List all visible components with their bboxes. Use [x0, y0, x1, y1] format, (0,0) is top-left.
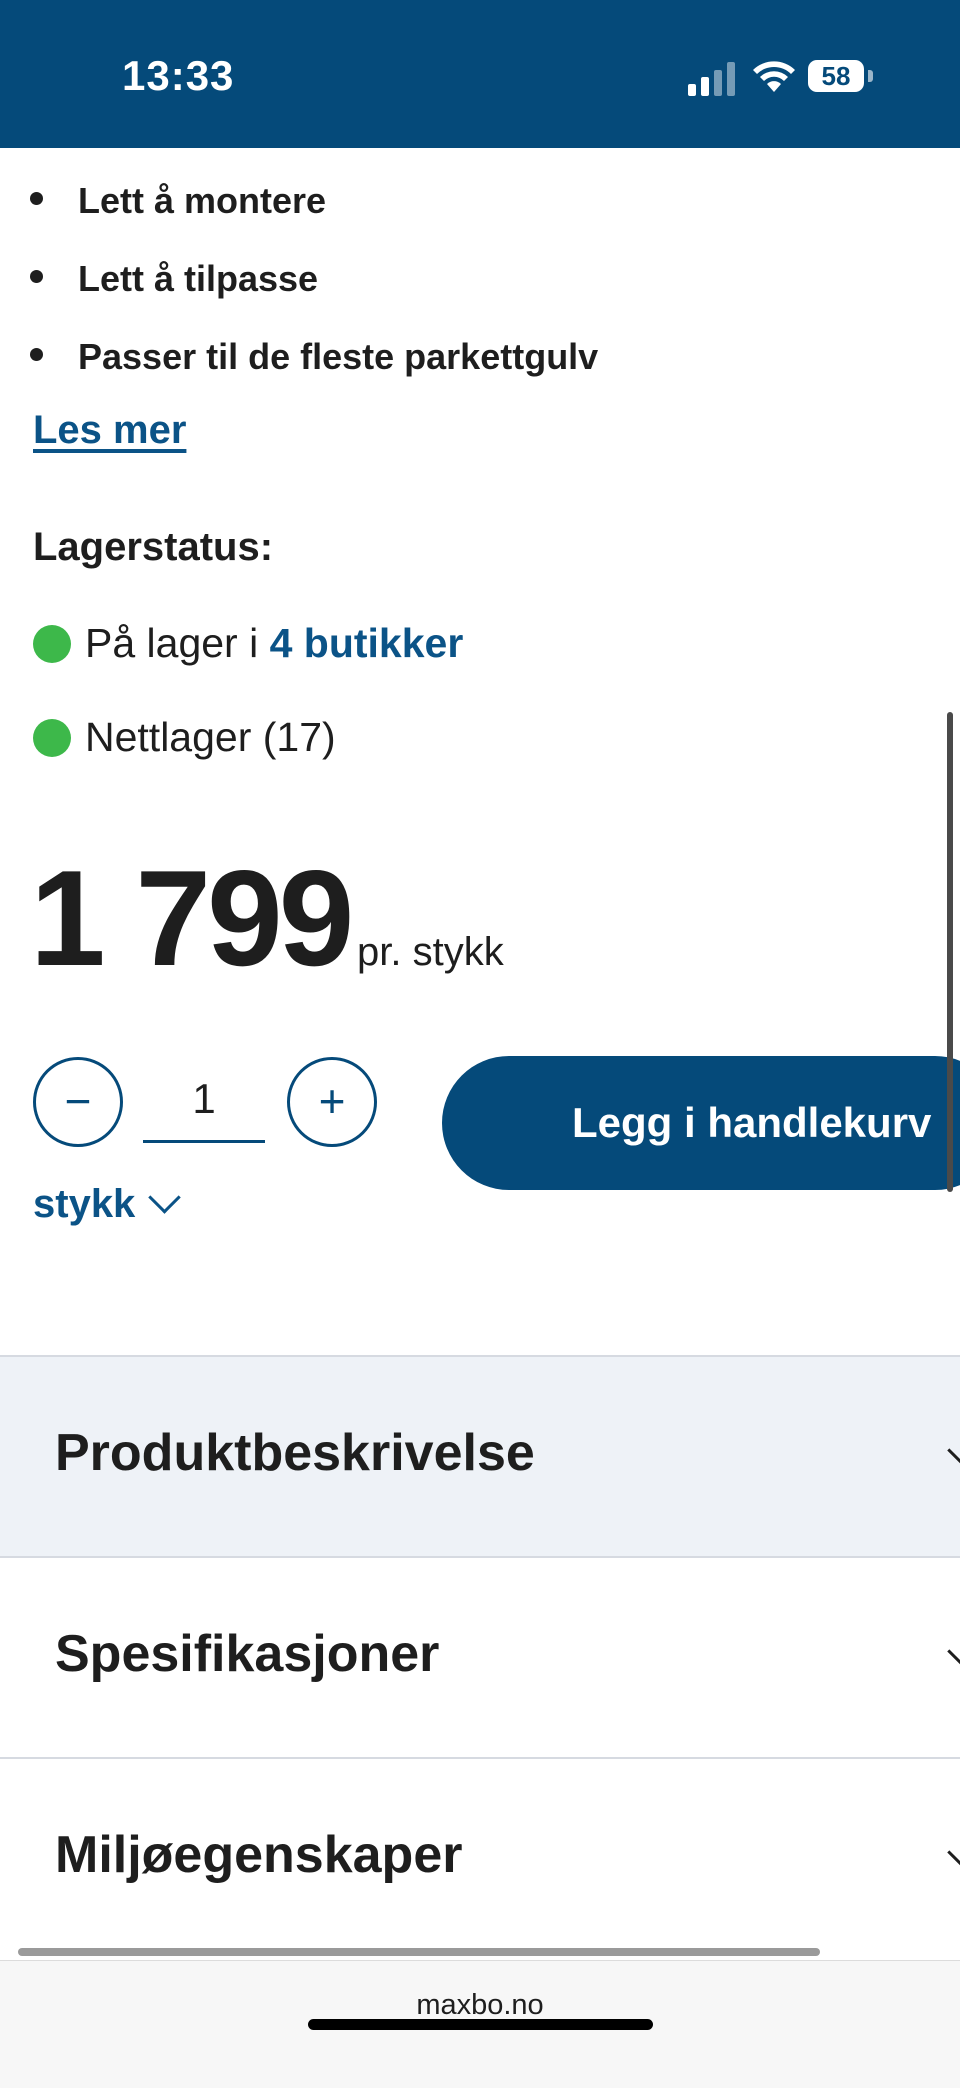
wifi-icon [753, 61, 795, 92]
chevron-down-icon [947, 1434, 960, 1467]
list-item: Lett å tilpasse [0, 250, 960, 328]
increase-quantity-button[interactable]: + [287, 1057, 377, 1147]
unit-select-label: stykk [33, 1182, 136, 1226]
status-time: 13:33 [122, 52, 235, 99]
price-amount: 1 799 [30, 842, 354, 994]
accordion-label: Spesifikasjoner [55, 1625, 440, 1683]
status-bar: 13:33 58 [0, 0, 960, 148]
stores-link[interactable]: 4 butikker [270, 620, 464, 666]
chevron-down-icon [148, 1181, 182, 1214]
online-stock-text: Nettlager (17) [85, 714, 336, 760]
list-item: Passer til de fleste parkettgulv [0, 328, 960, 406]
bullet-icon [30, 270, 43, 283]
accordion-label: Miljøegenskaper [55, 1826, 463, 1884]
online-stock-row: Nettlager (17) [33, 714, 336, 761]
read-more-link[interactable]: Les mer [33, 408, 186, 453]
stock-status-title: Lagerstatus: [33, 525, 274, 569]
browser-address-bar[interactable]: maxbo.no [0, 1960, 960, 2088]
chevron-down-icon [947, 1635, 960, 1668]
feature-text: Lett å tilpasse [78, 258, 319, 299]
unit-select[interactable]: stykk [33, 1181, 182, 1227]
in-stock-indicator-icon [33, 719, 71, 757]
quantity-input[interactable]: 1 [143, 1068, 265, 1143]
address-url: maxbo.no [416, 1989, 544, 2021]
horizontal-scrollbar[interactable] [18, 1948, 820, 1956]
feature-list: Lett å montere Lett å tilpasse Passer ti… [0, 172, 960, 406]
accordion-label: Produktbeskrivelse [55, 1424, 535, 1482]
feature-text: Lett å montere [78, 180, 327, 221]
vertical-scrollbar[interactable] [947, 712, 953, 1192]
store-stock-row: På lager i 4 butikker [33, 620, 463, 667]
battery-tip [868, 70, 873, 82]
accordion-product-description[interactable]: Produktbeskrivelse [0, 1355, 960, 1557]
home-indicator[interactable] [308, 2019, 653, 2030]
price-unit: pr. stykk [357, 930, 504, 974]
bullet-icon [30, 192, 43, 205]
list-item: Lett å montere [0, 172, 960, 250]
battery-icon: 58 [808, 60, 864, 92]
cellular-signal-icon [688, 62, 735, 96]
accordion-environmental[interactable]: Miljøegenskaper [0, 1757, 960, 1959]
in-stock-indicator-icon [33, 625, 71, 663]
bullet-icon [30, 348, 43, 361]
store-stock-prefix: På lager i [85, 620, 270, 666]
decrease-quantity-button[interactable]: − [33, 1057, 123, 1147]
accordion-specifications[interactable]: Spesifikasjoner [0, 1556, 960, 1758]
chevron-down-icon [947, 1836, 960, 1869]
add-to-cart-button[interactable]: Legg i handlekurv [442, 1056, 960, 1190]
feature-text: Passer til de fleste parkettgulv [78, 336, 599, 377]
